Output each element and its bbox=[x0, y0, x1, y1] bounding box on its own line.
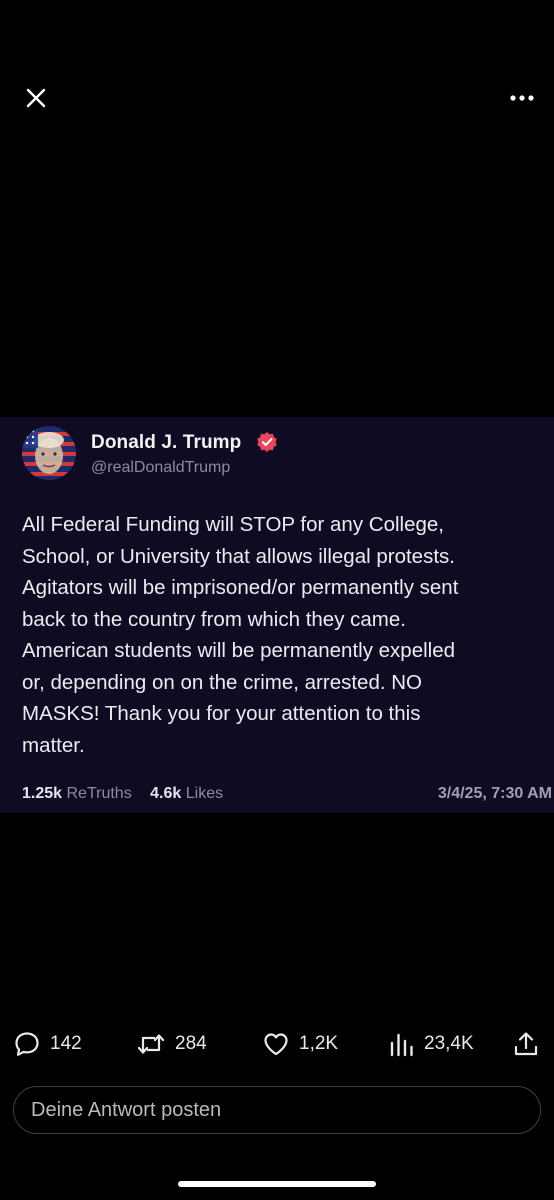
repost-button[interactable]: 284 bbox=[136, 1027, 207, 1061]
post-timestamp: 3/4/25, 7:30 AM bbox=[437, 785, 552, 802]
views-icon bbox=[390, 1033, 413, 1057]
author-avatar bbox=[22, 426, 76, 480]
home-indicator[interactable] bbox=[178, 1181, 376, 1187]
share-button[interactable] bbox=[512, 1027, 540, 1061]
reply-input[interactable]: Deine Antwort posten bbox=[13, 1086, 541, 1134]
close-icon bbox=[26, 88, 46, 108]
retruths-label: ReTruths bbox=[66, 785, 132, 802]
close-button[interactable] bbox=[18, 80, 54, 116]
author-name: Donald J. Trump bbox=[91, 432, 242, 453]
reply-button[interactable]: 142 bbox=[13, 1027, 82, 1061]
post-stats: 1.25k ReTruths 4.6k Likes bbox=[22, 785, 223, 803]
post-body-text: All Federal Funding will STOP for any Co… bbox=[22, 513, 459, 757]
author-handle: @realDonaldTrump bbox=[91, 459, 231, 476]
repost-count: 284 bbox=[175, 1033, 207, 1054]
likes-label: Likes bbox=[185, 785, 224, 802]
more-horizontal-icon bbox=[510, 95, 534, 101]
reply-input-placeholder: Deine Antwort posten bbox=[31, 1098, 222, 1121]
views-count: 23,4K bbox=[424, 1033, 474, 1054]
retruths-count: 1.25k bbox=[22, 785, 63, 802]
verified-badge-icon bbox=[257, 432, 277, 452]
reply-count: 142 bbox=[50, 1033, 82, 1054]
top-bar bbox=[0, 76, 554, 120]
like-icon bbox=[264, 1033, 288, 1056]
like-button[interactable]: 1,2K bbox=[262, 1027, 338, 1061]
action-bar: 142 284 1,2K 23,4K bbox=[0, 1027, 554, 1061]
like-count: 1,2K bbox=[299, 1033, 339, 1054]
reply-icon bbox=[15, 1032, 39, 1056]
repost-icon bbox=[137, 1034, 165, 1054]
share-icon bbox=[514, 1032, 538, 1056]
post-media-image[interactable]: Donald J. Trump @realDonaldTrump All Fed… bbox=[0, 417, 554, 813]
views-button[interactable]: 23,4K bbox=[389, 1027, 474, 1061]
likes-count: 4.6k bbox=[150, 785, 182, 802]
more-options-button[interactable] bbox=[504, 80, 540, 116]
